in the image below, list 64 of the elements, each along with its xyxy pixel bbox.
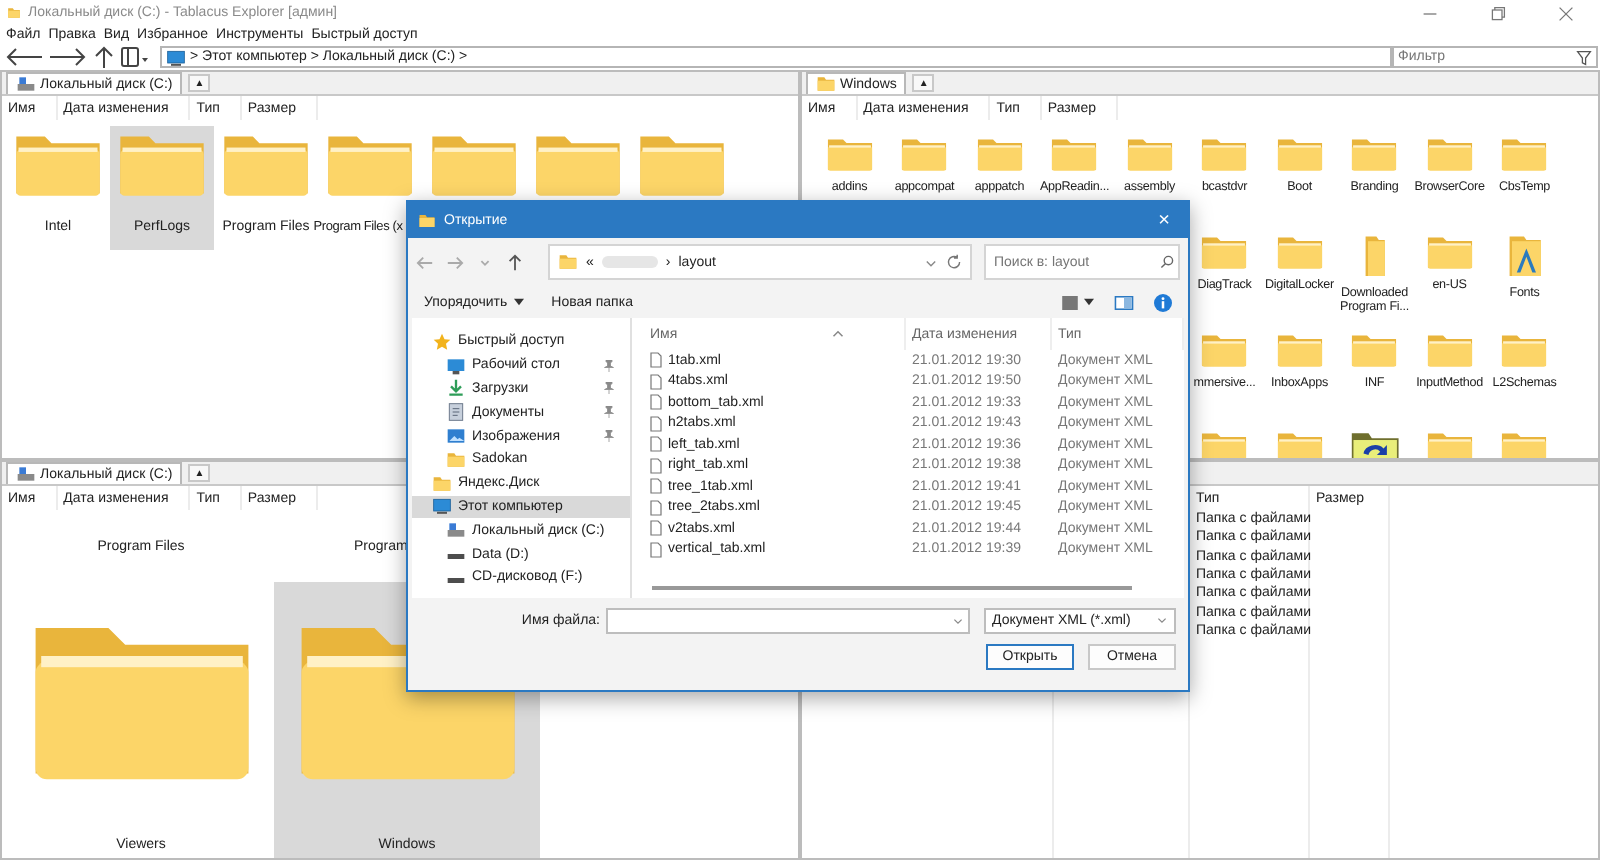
view-icon	[1062, 295, 1078, 309]
close-icon[interactable]	[1558, 5, 1574, 21]
chevron-down-icon	[1156, 616, 1168, 626]
folder-icon	[1500, 136, 1549, 172]
folder-icon	[1425, 332, 1474, 368]
folder-icon	[1500, 430, 1549, 458]
folder-icon	[1350, 332, 1399, 368]
folder-icon	[1200, 430, 1249, 458]
folder-icon	[1275, 332, 1324, 368]
folder-icon	[1275, 234, 1324, 270]
restore-icon[interactable]	[1490, 5, 1506, 21]
folder-icon	[432, 473, 452, 494]
drive-icon	[16, 74, 36, 94]
desktop-icon	[446, 355, 466, 376]
scrollbar[interactable]	[652, 586, 1132, 590]
folder-icon	[1425, 136, 1474, 172]
folder-icon	[1425, 234, 1474, 270]
view-button[interactable]	[1062, 295, 1094, 309]
computer-icon	[432, 496, 452, 517]
folder-icon	[1050, 136, 1099, 172]
pin-icon	[604, 406, 614, 419]
folder-icon	[1275, 136, 1324, 172]
pictures-icon	[446, 426, 466, 447]
folder-icon	[6, 6, 22, 20]
folder-icon	[975, 136, 1024, 172]
blurred-path	[601, 256, 658, 268]
computer-icon	[166, 47, 186, 67]
folder-icon	[1425, 430, 1474, 458]
close-button[interactable]: ×	[1140, 202, 1188, 238]
folder-icon	[1500, 332, 1549, 368]
folder-icon	[816, 74, 836, 94]
fonts-folder-icon	[1505, 234, 1544, 278]
chevron-down-icon[interactable]	[952, 616, 964, 626]
drive-icon	[16, 464, 36, 484]
pin-icon	[604, 430, 614, 443]
folder-icon	[1200, 234, 1249, 270]
caret-icon	[513, 298, 524, 306]
help-button[interactable]	[1154, 293, 1172, 311]
download-icon	[446, 378, 466, 399]
folder-icon	[418, 211, 436, 229]
folder-icon	[1361, 234, 1388, 278]
folder-icon	[446, 449, 466, 470]
folder-icon	[1200, 136, 1249, 172]
folder-icon	[825, 136, 874, 172]
help-icon	[1154, 293, 1172, 311]
funnel-icon[interactable]	[1576, 49, 1592, 65]
refresh-icon[interactable]	[946, 254, 962, 270]
folder-icon	[900, 136, 949, 172]
folder-icon	[1350, 136, 1399, 172]
pane-icon	[1114, 295, 1134, 309]
pin-icon	[604, 382, 614, 395]
folder-icon	[558, 252, 578, 272]
folder-icon	[1200, 332, 1249, 368]
star-icon	[432, 331, 452, 352]
caret-icon	[1084, 298, 1094, 306]
chevron-down-icon[interactable]	[924, 255, 938, 269]
pin-icon	[604, 359, 614, 372]
folder-icon	[1125, 136, 1174, 172]
drive-icon	[446, 520, 466, 541]
document-icon	[446, 402, 466, 423]
filename-field[interactable]	[606, 608, 970, 634]
folder-icon	[1275, 430, 1324, 458]
search-icon[interactable]	[1160, 255, 1174, 269]
preview-pane-button[interactable]	[1114, 295, 1134, 309]
